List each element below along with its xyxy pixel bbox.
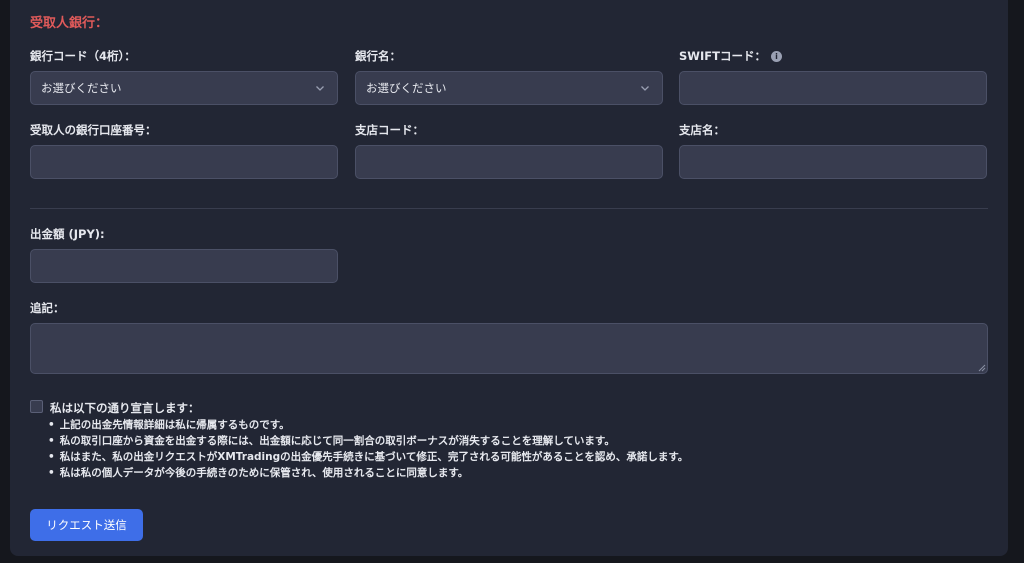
declaration-list: 上記の出金先情報詳細は私に帰属するものです。 私の取引口座から資金を出金する際に… (48, 417, 689, 481)
notes-label: 追記： (30, 301, 65, 315)
account-number-label: 受取人の銀行口座番号： (30, 123, 157, 137)
list-item: 私は私の個人データが今後の手続きのために保管され、使用されることに同意します。 (48, 465, 688, 481)
bank-name-selected-value: お選びください (366, 81, 447, 95)
swift-code-input[interactable] (679, 71, 987, 105)
list-item: 上記の出金先情報詳細は私に帰属するものです。 (48, 417, 688, 433)
branch-name-input[interactable] (679, 145, 987, 179)
bank-code-selected-value: お選びください (41, 81, 122, 95)
bank-name-select[interactable]: お選びください (355, 71, 663, 105)
submit-request-button[interactable]: リクエスト送信 (30, 509, 143, 541)
notes-textarea[interactable] (30, 323, 988, 374)
list-item: 私はまた、私の出金リクエストがXMTradingの出金優先手続きに基づいて修正、… (48, 449, 689, 465)
bank-code-select[interactable]: お選びください (30, 71, 338, 105)
list-item: 私の取引口座から資金を出金する際には、出金額に応じて同一割合の取引ボーナスが消失… (48, 433, 688, 449)
branch-name-label: 支店名： (679, 123, 725, 137)
chevron-down-icon (638, 81, 652, 95)
swift-code-label: SWIFTコード： (679, 49, 766, 63)
bank-name-label: 銀行名： (355, 49, 401, 63)
declaration-title: 私は以下の通り宣言します： (50, 401, 200, 415)
amount-input[interactable] (30, 249, 338, 283)
withdrawal-form-panel: 受取人銀行： 銀行コード（4桁）： お選びください 銀行名： お選びください S… (10, 0, 1008, 556)
chevron-down-icon (313, 81, 327, 95)
bank-code-label: 銀行コード（4桁）： (30, 49, 136, 63)
branch-code-label: 支店コード： (355, 123, 424, 137)
section-title: 受取人銀行： (30, 16, 109, 31)
divider (30, 208, 988, 209)
amount-label: 出金額 (JPY): (30, 227, 105, 241)
swift-code-label-row: SWIFTコード： i (679, 48, 782, 64)
branch-code-input[interactable] (355, 145, 663, 179)
declaration-checkbox[interactable] (30, 400, 43, 413)
resize-grip-icon[interactable] (978, 364, 986, 372)
account-number-input[interactable] (30, 145, 338, 179)
info-icon[interactable]: i (770, 51, 782, 62)
